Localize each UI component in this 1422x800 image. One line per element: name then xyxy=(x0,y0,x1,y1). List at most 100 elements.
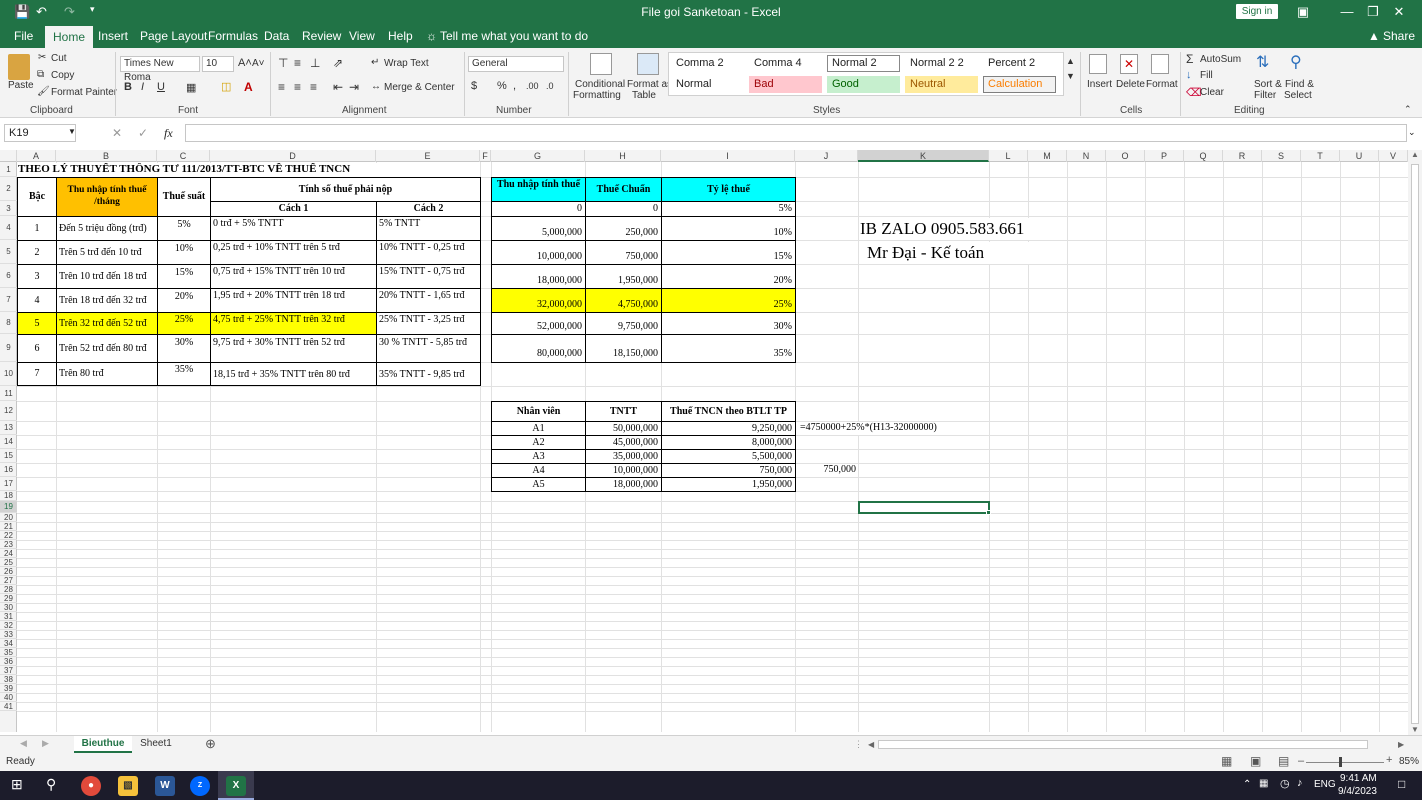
clock-date[interactable]: 9/4/2023 xyxy=(1338,786,1377,797)
zoom-out-icon[interactable]: – xyxy=(1298,755,1304,767)
table-cell[interactable]: 4,75 trđ + 25% TNTT trên 32 trđ xyxy=(210,312,377,335)
paste-button[interactable]: Paste xyxy=(8,80,34,91)
column-header[interactable]: E xyxy=(376,150,480,162)
row-header[interactable]: 41 xyxy=(0,702,17,711)
column-header[interactable]: K xyxy=(858,150,989,162)
row-header[interactable]: 12 xyxy=(0,401,17,421)
sheet-tab-sheet1[interactable]: Sheet1 xyxy=(136,736,176,753)
zalo-contact-text[interactable]: IB ZALO 0905.583.661 xyxy=(860,218,1060,240)
row-header[interactable]: 28 xyxy=(0,585,17,594)
decrease-indent-icon[interactable]: ⇤ xyxy=(333,80,343,94)
table-cell[interactable]: 35% TNTT - 9,85 trđ xyxy=(376,362,481,386)
header-thu-nhap-tinh-thue[interactable]: Thu nhập tính thuế xyxy=(491,177,586,202)
fill-icon[interactable]: ↓ xyxy=(1186,69,1192,81)
table-cell[interactable]: 15% xyxy=(157,264,211,289)
table-cell[interactable]: 0 xyxy=(585,201,662,217)
tab-review[interactable]: Review xyxy=(302,24,341,48)
percent-icon[interactable]: % xyxy=(497,80,507,92)
table-cell[interactable]: 1,950,000 xyxy=(661,477,796,492)
row-header[interactable]: 40 xyxy=(0,693,17,702)
worksheet-grid[interactable]: THEO LÝ THUYẾT THÔNG TƯ 111/2013/TT-BTC … xyxy=(17,162,1408,732)
table-cell[interactable]: 4,750,000 xyxy=(585,288,662,313)
file-explorer-icon[interactable]: ▧ xyxy=(118,776,138,796)
table-cell[interactable]: 9,250,000 xyxy=(661,421,796,436)
table-cell[interactable]: 6 xyxy=(17,334,57,363)
italic-icon[interactable]: I xyxy=(141,81,144,93)
sign-in-button[interactable]: Sign in xyxy=(1236,4,1278,19)
table-cell[interactable]: 250,000 xyxy=(585,216,662,241)
selected-cell-k19[interactable] xyxy=(858,501,990,514)
table-cell[interactable]: 35% xyxy=(661,334,796,363)
column-header[interactable]: A xyxy=(17,150,56,162)
tab-view[interactable]: View xyxy=(349,24,375,48)
table-cell[interactable]: Trên 10 trđ đến 18 trđ xyxy=(56,264,158,289)
table-cell[interactable]: Trên 18 trđ đến 32 trđ xyxy=(56,288,158,313)
table-cell[interactable]: 10% xyxy=(157,240,211,265)
conditional-formatting-button[interactable]: Conditional xyxy=(575,79,625,90)
table-cell[interactable]: 20% TNTT - 1,65 trđ xyxy=(376,288,481,313)
header-ty-le-thue[interactable]: Tỷ lệ thuế xyxy=(661,177,796,202)
header-thu-nhap[interactable]: Thu nhập tính thuế /tháng xyxy=(56,177,158,217)
font-size-select[interactable]: 10 xyxy=(202,56,234,72)
conditional-formatting-icon[interactable] xyxy=(590,53,612,75)
table-cell[interactable]: A1 xyxy=(491,421,586,436)
row-header[interactable]: 1 xyxy=(0,162,17,177)
orientation-icon[interactable]: ⇗ xyxy=(333,56,343,70)
gallery-scroll-icon[interactable]: ▼ xyxy=(1066,71,1075,81)
row-header[interactable]: 9 xyxy=(0,334,17,362)
table-cell[interactable]: 30% xyxy=(157,334,211,363)
name-box-dropdown-icon[interactable]: ▼ xyxy=(68,127,76,136)
merge-icon[interactable]: ↔ xyxy=(371,81,381,92)
style-normal[interactable]: Normal xyxy=(671,76,744,93)
align-top-icon[interactable]: ⊤ xyxy=(278,56,288,70)
formula-text[interactable]: =4750000+25%*(H13-32000000) xyxy=(798,422,968,435)
row-header[interactable]: 13 xyxy=(0,421,17,435)
table-cell[interactable]: 10,000,000 xyxy=(491,240,586,265)
zoom-slider[interactable] xyxy=(1306,762,1384,763)
row-header[interactable]: 15 xyxy=(0,449,17,463)
ribbon-display-icon[interactable]: ▣ xyxy=(1280,0,1326,24)
copy-button[interactable]: Copy xyxy=(51,70,74,81)
style-normal-2-2[interactable]: Normal 2 2 xyxy=(905,55,978,72)
column-header[interactable]: U xyxy=(1340,150,1379,162)
column-header[interactable]: Q xyxy=(1184,150,1223,162)
select-all-button[interactable] xyxy=(0,150,17,162)
table-cell[interactable]: A3 xyxy=(491,449,586,464)
table-cell[interactable]: 5% xyxy=(157,216,211,241)
table-cell[interactable]: Trên 52 trđ đến 80 trđ xyxy=(56,334,158,363)
format-cells-icon[interactable] xyxy=(1151,54,1169,74)
row-header[interactable]: 6 xyxy=(0,264,17,288)
fill-button[interactable]: Fill xyxy=(1200,70,1213,81)
borders-icon[interactable]: ▦ xyxy=(186,81,196,94)
conditional-formatting-label2[interactable]: Formatting xyxy=(573,90,621,101)
table-cell[interactable]: 2 xyxy=(17,240,57,265)
find-select-button[interactable]: Find & xyxy=(1285,79,1314,90)
table-cell[interactable]: A5 xyxy=(491,477,586,492)
style-good[interactable]: Good xyxy=(827,76,900,93)
zoom-in-icon[interactable]: + xyxy=(1386,754,1392,766)
paste-icon[interactable] xyxy=(8,54,30,80)
style-neutral[interactable]: Neutral xyxy=(905,76,978,93)
row-header[interactable]: 19 xyxy=(0,501,17,513)
shrink-font-icon[interactable]: A˅ xyxy=(252,58,265,69)
share-button[interactable]: Share xyxy=(1383,24,1415,48)
row-header[interactable]: 21 xyxy=(0,522,17,531)
scroll-thumb[interactable] xyxy=(1411,164,1419,724)
table-cell[interactable]: A4 xyxy=(491,463,586,478)
table-cell[interactable]: 30% xyxy=(661,312,796,335)
row-header[interactable]: 16 xyxy=(0,463,17,477)
formula-input[interactable] xyxy=(185,124,1407,142)
row-header[interactable]: 11 xyxy=(0,386,17,401)
style-bad[interactable]: Bad xyxy=(749,76,822,93)
row-header[interactable]: 22 xyxy=(0,531,17,540)
delete-cells-icon[interactable]: ✕ xyxy=(1120,54,1138,74)
row-header[interactable]: 7 xyxy=(0,288,17,312)
autosum-icon[interactable]: Σ xyxy=(1186,52,1193,66)
sort-filter-label2[interactable]: Filter xyxy=(1254,90,1276,101)
format-as-table-icon[interactable] xyxy=(637,53,659,75)
wifi-icon[interactable]: ◷ xyxy=(1280,777,1290,790)
table-cell[interactable]: 1,950,000 xyxy=(585,264,662,289)
style-comma-4[interactable]: Comma 4 xyxy=(749,55,822,72)
add-sheet-icon[interactable]: ⊕ xyxy=(205,736,216,752)
row-header[interactable]: 2 xyxy=(0,177,17,201)
